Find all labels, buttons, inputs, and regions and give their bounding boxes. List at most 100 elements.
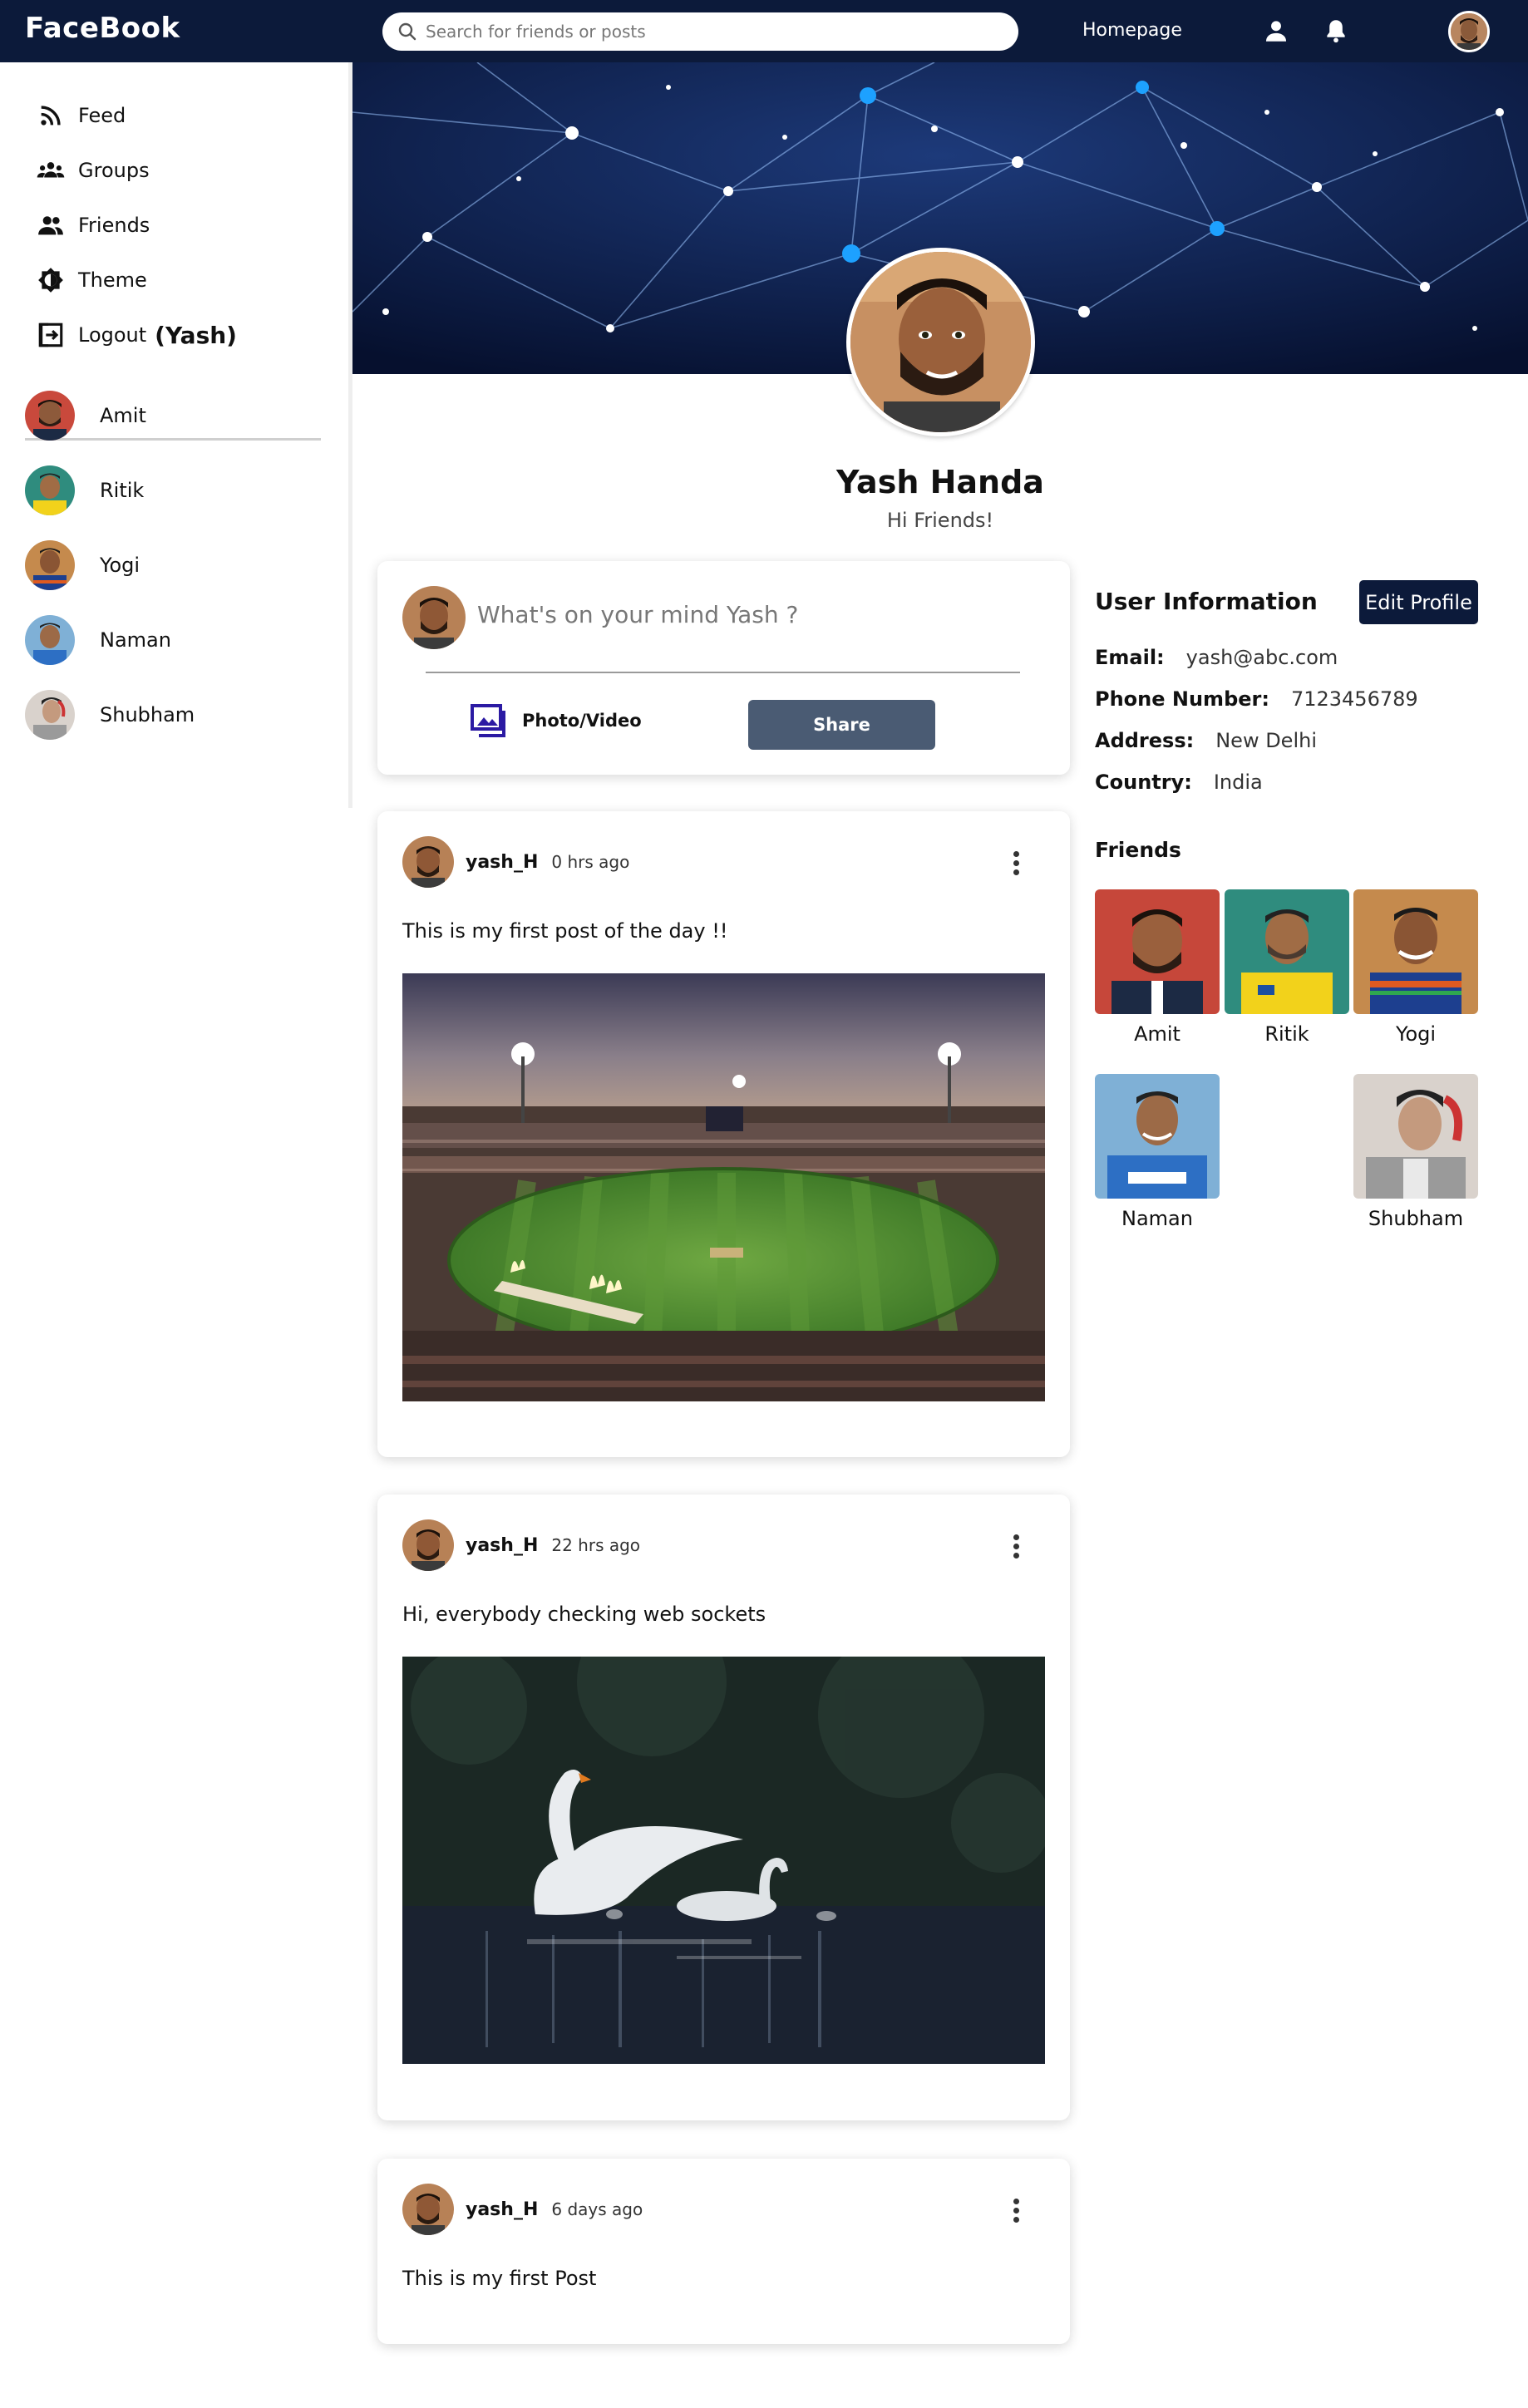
profile-bio: Hi Friends! [886,509,994,532]
friend-tile-ritik[interactable]: Ritik [1225,889,1349,1046]
sidebar-item-label: Logout [78,323,147,347]
nav-avatar[interactable] [1448,11,1490,52]
sidebar-friend-amit[interactable]: Amit [25,390,146,441]
post-text-input[interactable] [477,601,1018,628]
post-card: yash_H 22 hrs ago Hi, everybody checking… [377,1495,1070,2120]
left-sidebar: Feed Groups Friends Theme Logout (Yash) … [0,62,352,808]
post-time: 6 days ago [551,2199,643,2219]
info-key: Address: [1095,729,1195,752]
top-navbar: FaceBook Homepage [0,0,1528,62]
avatar[interactable] [402,1519,454,1571]
post-time: 22 hrs ago [551,1535,641,1555]
friend-name: Shubham [1368,1207,1464,1230]
friend-photo [1353,1074,1478,1199]
friend-tile-amit[interactable]: Amit [1095,889,1220,1046]
sidebar-item-groups[interactable]: Groups [37,154,150,187]
post-card: yash_H 6 days ago This is my first Post [377,2159,1070,2344]
sidebar-friend-naman[interactable]: Naman [25,614,171,666]
post-header: yash_H 6 days ago [402,2184,643,2235]
friend-name: Ritik [1264,1022,1309,1046]
post-image[interactable] [402,973,1045,1401]
rss-feed-icon [41,106,61,126]
friend-name: Ritik [100,479,145,502]
friend-tile-shubham[interactable]: Shubham [1353,1074,1478,1230]
post-text: This is my first post of the day !! [402,919,728,943]
share-divider [426,672,1020,673]
avatar [402,586,466,649]
info-address: Address: New Delhi [1095,729,1317,752]
friends-section-title: Friends [1095,838,1181,862]
bell-icon[interactable] [1322,17,1350,45]
post-username[interactable]: yash_H [466,852,538,873]
search-icon [398,22,417,41]
avatar-photo [1451,13,1487,50]
post-header: yash_H 0 hrs ago [402,836,629,888]
homepage-link[interactable]: Homepage [1082,20,1182,41]
more-options-icon[interactable] [1013,851,1020,879]
logout-icon [38,323,63,347]
info-country: Country: India [1095,771,1263,794]
friend-name: Amit [100,404,146,427]
share-card: Photo/Video Share [377,561,1070,775]
user-info-title: User Information [1095,588,1318,615]
info-value: New Delhi [1215,729,1317,752]
avatar [25,615,75,665]
friends-icon [38,216,63,235]
friend-name: Yogi [1395,1022,1437,1046]
friend-photo [1095,1074,1220,1199]
share-button[interactable]: Share [748,700,935,750]
avatar [25,391,75,441]
sidebar-item-feed[interactable]: Feed [37,99,126,132]
sidebar-item-label: Feed [78,104,126,127]
sidebar-friend-shubham[interactable]: Shubham [25,689,195,741]
sidebar-item-label: Friends [78,214,150,237]
info-key: Phone Number: [1095,687,1269,711]
post-card: yash_H 0 hrs ago This is my first post o… [377,811,1070,1457]
search-input[interactable] [426,19,999,44]
info-phone: Phone Number: 7123456789 [1095,687,1418,711]
friend-photo [1225,889,1349,1014]
post-username[interactable]: yash_H [466,2199,538,2220]
post-text: This is my first Post [402,2267,597,2290]
sidebar-friend-yogi[interactable]: Yogi [25,539,140,591]
edit-profile-button[interactable]: Edit Profile [1359,580,1478,624]
theme-icon [38,268,63,293]
profile-photo [850,252,1031,432]
more-options-icon[interactable] [1013,2199,1020,2226]
friend-name: Naman [100,628,171,652]
cricket-stadium-image [402,973,1045,1401]
post-image[interactable] [402,1657,1045,2064]
sidebar-item-logout[interactable]: Logout (Yash) [37,318,237,352]
avatar [25,690,75,740]
friend-tile-yogi[interactable]: Yogi [1353,889,1478,1046]
search-bar[interactable] [382,12,1018,51]
post-header: yash_H 22 hrs ago [402,1519,640,1571]
post-time: 0 hrs ago [551,852,630,872]
app-logo[interactable]: FaceBook [25,12,180,45]
person-icon[interactable] [1262,17,1290,45]
info-key: Country: [1095,771,1192,794]
avatar[interactable] [402,836,454,888]
sidebar-item-label: Theme [78,268,147,292]
avatar[interactable] [402,2184,454,2235]
friend-name: Shubham [100,703,195,726]
profile-picture[interactable] [846,248,1035,436]
photo-video-button[interactable]: Photo/Video [471,704,642,737]
more-options-icon[interactable] [1013,1534,1020,1562]
info-value: 7123456789 [1290,687,1418,711]
sidebar-friend-ritik[interactable]: Ritik [25,465,144,516]
photo-library-icon [471,704,505,737]
info-value: India [1213,771,1263,794]
info-email: Email: yash@abc.com [1095,646,1338,669]
info-key: Email: [1095,646,1165,669]
photo-video-label: Photo/Video [522,711,642,731]
sidebar-item-theme[interactable]: Theme [37,263,147,297]
friend-name: Yogi [100,554,140,577]
friend-photo [1095,889,1220,1014]
friend-name: Naman [1121,1207,1193,1230]
sidebar-item-friends[interactable]: Friends [37,209,150,242]
post-username[interactable]: yash_H [466,1535,538,1556]
profile-name: Yash Handa [836,464,1044,500]
friend-tile-naman[interactable]: Naman [1095,1074,1220,1230]
friend-photo [1353,889,1478,1014]
